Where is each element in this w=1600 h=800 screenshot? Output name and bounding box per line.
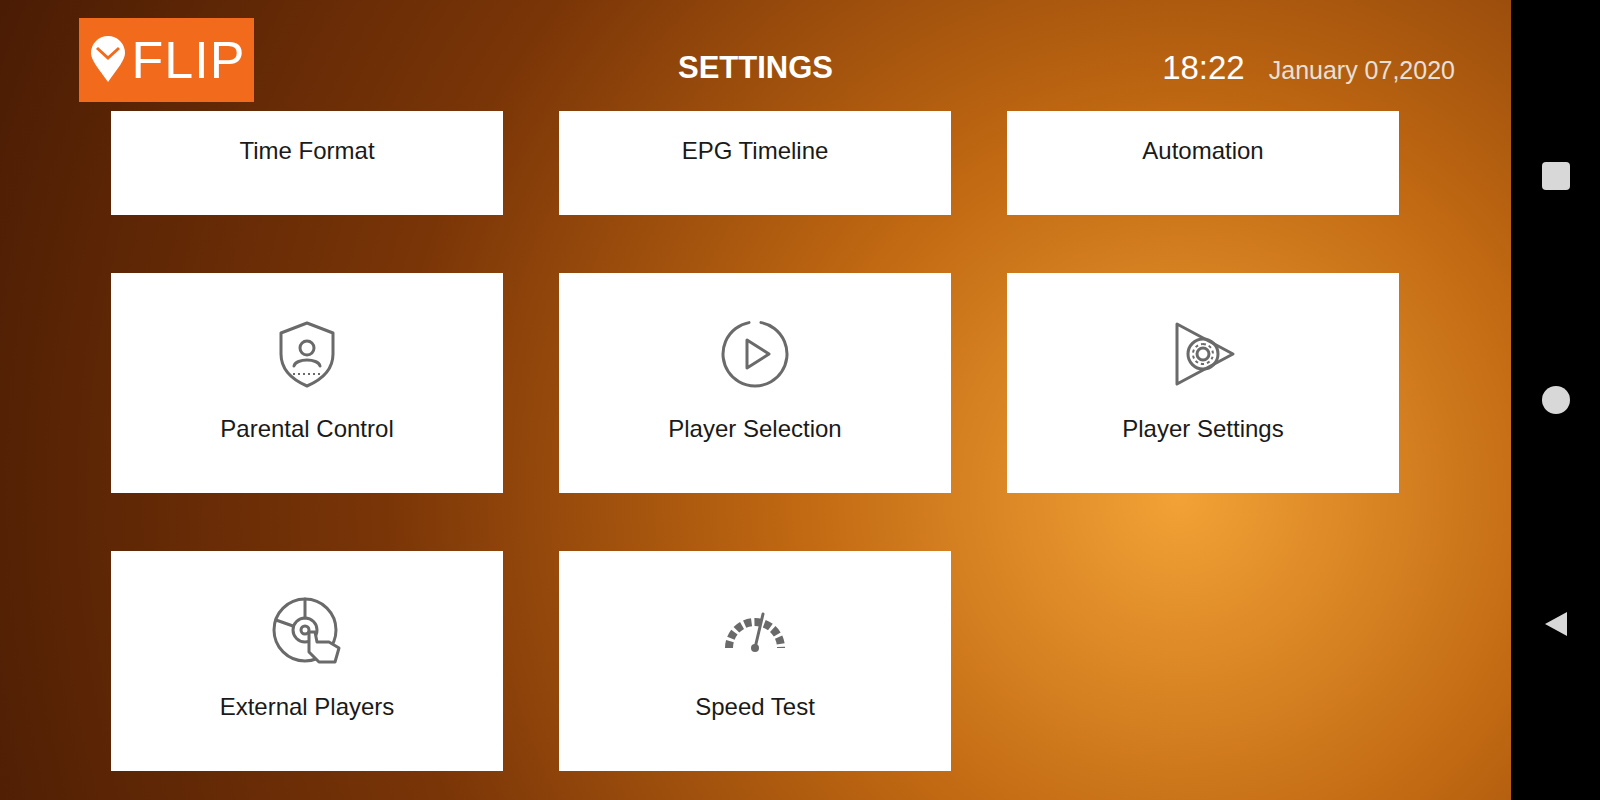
settings-card[interactable]: Player Selection — [559, 273, 951, 493]
settings-card-label: EPG Timeline — [674, 136, 837, 166]
settings-card-label: Time Format — [231, 136, 382, 166]
automation-icon — [1167, 111, 1239, 112]
player-settings-icon — [1167, 318, 1239, 390]
settings-card[interactable]: EPG Timeline — [559, 111, 951, 215]
settings-card-label: Automation — [1134, 136, 1271, 166]
screen-title: SETTINGS — [678, 48, 833, 88]
clock-time: 18:22 — [1162, 48, 1245, 88]
settings-grid-viewport: Time Format EPG Timeline Automation Parenta… — [0, 111, 1511, 800]
home-button-icon[interactable] — [1542, 386, 1570, 414]
settings-card[interactable]: Automation — [1007, 111, 1399, 215]
pin-icon — [88, 36, 128, 84]
settings-card-label: Speed Test — [687, 692, 823, 722]
settings-card-label: External Players — [212, 692, 403, 722]
player-selection-icon — [719, 318, 791, 390]
time-format-icon — [271, 111, 343, 112]
settings-card[interactable]: Player Settings — [1007, 273, 1399, 493]
epg-timeline-icon — [719, 111, 791, 112]
header: FLIP SETTINGS 18:22 January 07,2020 — [0, 0, 1511, 111]
recents-button-icon[interactable] — [1542, 162, 1570, 190]
back-button-icon[interactable] — [1542, 610, 1570, 638]
settings-card-label: Player Settings — [1114, 414, 1291, 444]
settings-card[interactable]: Parental Control — [111, 273, 503, 493]
settings-card-label: Parental Control — [212, 414, 401, 444]
settings-screen: FLIP SETTINGS 18:22 January 07,2020 Time… — [0, 0, 1511, 800]
settings-card-label: Player Selection — [660, 414, 849, 444]
clock-date: January 07,2020 — [1269, 50, 1455, 90]
speed-test-icon — [719, 596, 791, 668]
logo-text: FLIP — [132, 30, 246, 90]
navigation-bar — [1511, 0, 1600, 800]
external-players-icon — [271, 596, 343, 668]
settings-grid: Time Format EPG Timeline Automation Parenta… — [0, 111, 1511, 771]
settings-card[interactable]: Speed Test — [559, 551, 951, 771]
settings-card[interactable]: External Players — [111, 551, 503, 771]
parental-control-icon — [271, 318, 343, 390]
settings-card[interactable]: Time Format — [111, 111, 503, 215]
logo[interactable]: FLIP — [79, 18, 254, 102]
